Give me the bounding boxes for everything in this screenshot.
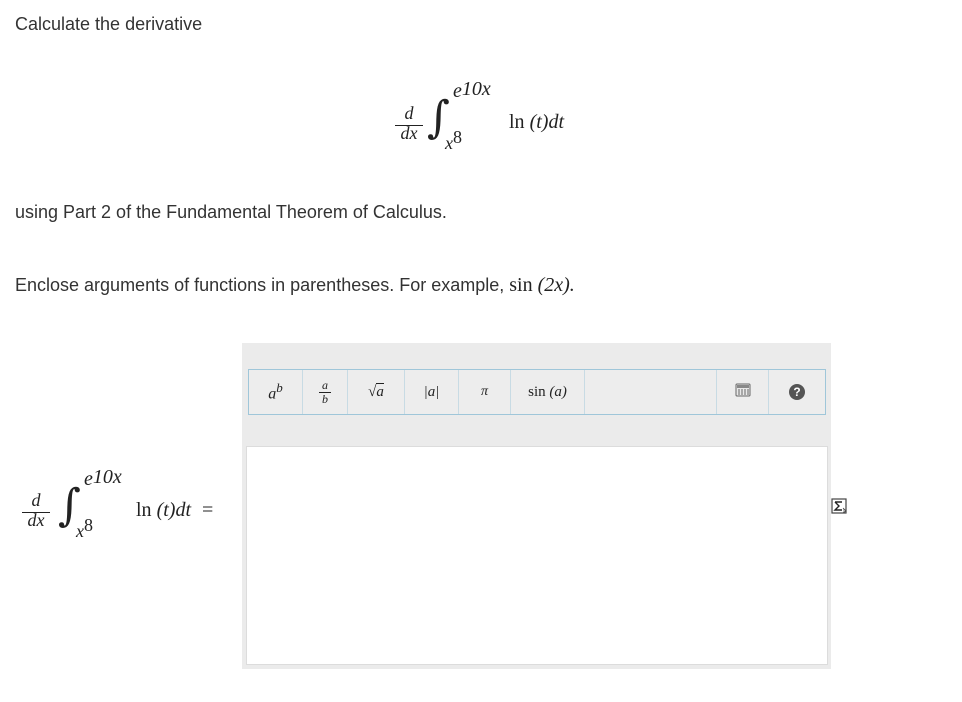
upper-limit-base: e: [453, 80, 462, 102]
answer-derivative-denominator: dx: [27, 510, 45, 530]
upper-limit: e10x: [453, 78, 491, 103]
answer-derivative-operator: d dx: [22, 490, 50, 531]
lower-limit-exponent: 8: [453, 127, 462, 147]
answer-lower-limit-exponent: 8: [84, 515, 93, 535]
sqrt-button[interactable]: √a: [348, 370, 405, 414]
question-title: Calculate the derivative: [15, 14, 203, 34]
fraction-button[interactable]: a b: [303, 370, 348, 414]
answer-upper-limit-base: e: [84, 468, 93, 490]
math-toolbar: ab a b √a |a| π sin (a) ?: [248, 369, 826, 415]
integrand-rest: (t)dt: [529, 111, 564, 133]
abs-button[interactable]: |a|: [405, 370, 459, 414]
equation-editor-toggle[interactable]: [831, 498, 847, 519]
power-icon: ab: [268, 380, 283, 403]
lower-limit-base: x: [445, 133, 453, 153]
answer-derivative-numerator: d: [31, 490, 41, 510]
hint-example-arg: (2x).: [537, 274, 575, 296]
derivative-operator: d dx: [395, 103, 423, 144]
lower-limit: x8: [445, 127, 462, 154]
help-button[interactable]: ?: [769, 370, 825, 414]
sin-icon: sin (a): [528, 383, 567, 400]
equation-editor-icon: [831, 498, 847, 518]
abs-icon: |a|: [423, 383, 440, 400]
sin-button[interactable]: sin (a): [511, 370, 585, 414]
answer-lower-limit: x8: [76, 515, 93, 542]
power-button[interactable]: ab: [249, 370, 303, 414]
fraction-icon: a b: [319, 378, 331, 406]
hint-example-fn: sin: [509, 274, 533, 296]
derivative-denominator: dx: [400, 123, 418, 143]
formula-display: d dx ∫ e10x x8 ln (t)dt: [395, 78, 595, 158]
hint-prefix: Enclose arguments of functions in parent…: [15, 275, 510, 295]
answer-formula: d dx ∫ e10x x8 ln (t)dt =: [22, 466, 242, 546]
pi-icon: π: [480, 384, 488, 399]
answer-lower-limit-base: x: [76, 521, 84, 541]
keyboard-button[interactable]: [717, 370, 769, 414]
help-icon: ?: [789, 384, 805, 400]
toolbar-spacer: [585, 370, 717, 414]
equals-sign: =: [202, 499, 214, 521]
sqrt-icon: √a: [368, 382, 384, 400]
instruction-text: using Part 2 of the Fundamental Theorem …: [15, 202, 447, 222]
upper-limit-exponent: 10x: [461, 78, 491, 100]
answer-input[interactable]: [246, 446, 828, 665]
hint-text: Enclose arguments of functions in parent…: [15, 274, 575, 297]
keyboard-icon: [735, 382, 751, 403]
pi-button[interactable]: π: [459, 370, 511, 414]
answer-integrand: ln (t)dt =: [136, 499, 213, 522]
integrand: ln (t)dt: [509, 111, 564, 134]
answer-integrand-fn: ln: [136, 499, 152, 521]
answer-upper-limit: e10x: [84, 466, 122, 491]
answer-integrand-rest: (t)dt: [156, 499, 191, 521]
integrand-fn: ln: [509, 111, 525, 133]
answer-upper-limit-exponent: 10x: [92, 466, 122, 488]
hint-example: sin (2x).: [509, 274, 575, 296]
derivative-numerator: d: [404, 103, 414, 123]
